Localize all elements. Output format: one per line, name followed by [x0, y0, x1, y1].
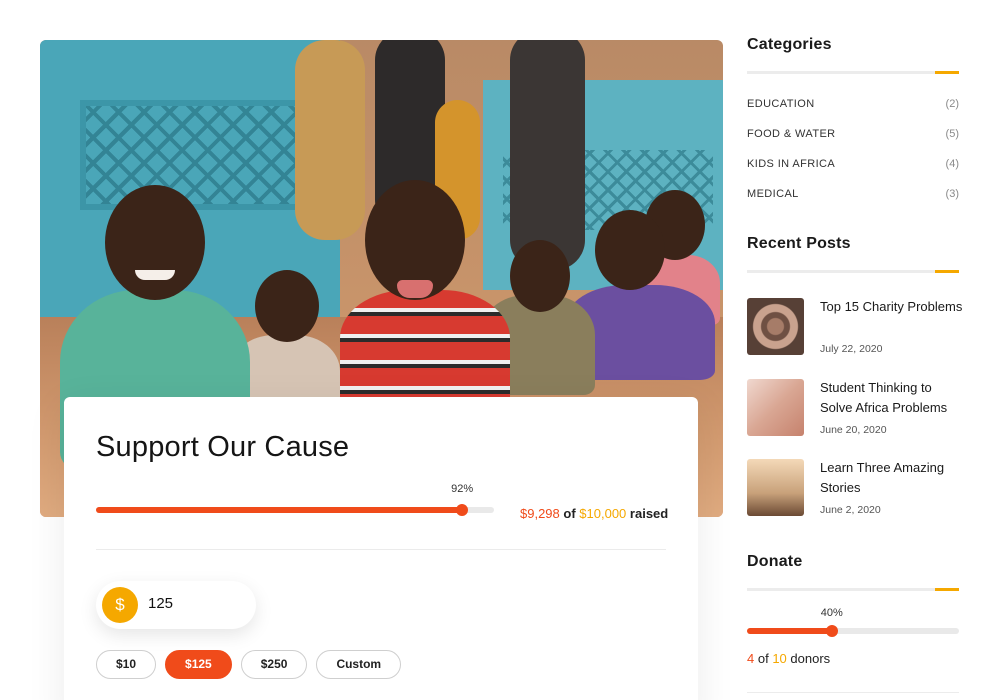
preset-10-button[interactable]: $10 [96, 650, 157, 679]
post-thumbnail-image[interactable] [747, 379, 804, 436]
donate-rule [747, 588, 959, 591]
donate-title: Donate [747, 553, 803, 570]
post-date: June 2, 2020 [820, 504, 881, 516]
recent-post-item[interactable]: Learn Three Amazing Stories June 2, 2020 [747, 459, 959, 519]
category-item-food-water[interactable]: FOOD & WATER (5) [747, 128, 959, 144]
post-date: July 22, 2020 [820, 343, 883, 355]
post-thumbnail-image[interactable] [747, 298, 804, 355]
raised-amount: $9,298 [520, 506, 560, 521]
sidebar-divider [747, 692, 959, 693]
donors-word: donors [790, 651, 831, 666]
categories-rule [747, 71, 959, 74]
category-count: (5) [945, 128, 959, 140]
hero-adult [295, 40, 365, 240]
category-name[interactable]: MEDICAL [747, 188, 799, 200]
category-item-medical[interactable]: MEDICAL (3) [747, 188, 959, 204]
cause-title: Support Our Cause [96, 431, 350, 463]
raised-of: of [563, 506, 576, 521]
recent-posts-rule [747, 270, 959, 273]
cause-progress-bar: 92% [96, 483, 494, 516]
donors-summary: 4 of 10 donors [747, 651, 830, 666]
donors-target: 10 [772, 651, 787, 666]
dollar-icon: $ [102, 587, 138, 623]
donation-amount-field[interactable]: $ 125 [96, 581, 256, 629]
recent-posts-title: Recent Posts [747, 235, 851, 252]
card-divider [96, 549, 666, 550]
category-count: (4) [945, 158, 959, 170]
donate-progress-label: 40% [820, 607, 843, 619]
donate-progress-knob[interactable] [825, 625, 838, 637]
goal-amount: $10,000 [579, 506, 627, 521]
category-count: (2) [945, 98, 959, 110]
sidebar: Categories EDUCATION (2) FOOD & WATER (5… [747, 0, 962, 700]
cause-progress-fill [96, 507, 463, 513]
category-count: (3) [945, 188, 959, 200]
donors-current: 4 [747, 651, 755, 666]
preset-125-button[interactable]: $125 [165, 650, 232, 679]
raised-word: raised [629, 506, 669, 521]
cause-progress-label: 92% [451, 483, 474, 495]
hero-wall-lattice [80, 100, 310, 210]
post-thumbnail-image[interactable] [747, 459, 804, 516]
post-title[interactable]: Top 15 Charity Problems [820, 297, 965, 317]
preset-custom-button[interactable]: Custom [316, 650, 402, 679]
categories-title: Categories [747, 36, 832, 53]
post-title[interactable]: Learn Three Amazing Stories [820, 458, 965, 498]
donate-progress-bar [747, 625, 959, 637]
donation-amount-value[interactable]: 125 [148, 595, 173, 612]
cause-progress-knob[interactable] [456, 504, 469, 516]
recent-post-item[interactable]: Top 15 Charity Problems July 22, 2020 [747, 298, 962, 358]
post-title[interactable]: Student Thinking to Solve Africa Problem… [820, 378, 965, 418]
recent-post-item[interactable]: Student Thinking to Solve Africa Problem… [747, 379, 959, 439]
category-item-kids-in-africa[interactable]: KIDS IN AFRICA (4) [747, 158, 959, 174]
category-name[interactable]: FOOD & WATER [747, 128, 836, 140]
hero-adult [510, 40, 585, 270]
category-name[interactable]: EDUCATION [747, 98, 815, 110]
category-name[interactable]: KIDS IN AFRICA [747, 158, 835, 170]
preset-amount-row: $10 $125 $250 Custom [96, 650, 402, 679]
donors-of: of [757, 651, 769, 666]
post-date: June 20, 2020 [820, 424, 887, 436]
donate-progress-fill [747, 628, 832, 634]
category-item-education[interactable]: EDUCATION (2) [747, 98, 959, 114]
donation-card: Support Our Cause 92% $9,298 of $10,000 … [64, 397, 698, 700]
preset-250-button[interactable]: $250 [240, 650, 308, 679]
raised-summary: $9,298 of $10,000 raised [520, 506, 668, 521]
